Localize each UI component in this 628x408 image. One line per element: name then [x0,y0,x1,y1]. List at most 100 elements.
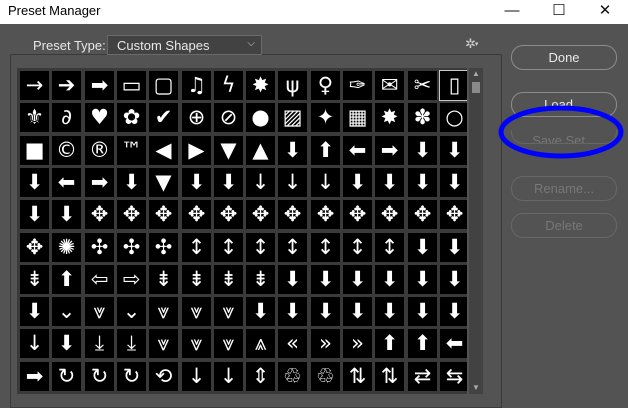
shape-cell[interactable]: ⬇ [20,297,49,326]
shape-cell[interactable]: ▢ [149,71,178,100]
shape-cell[interactable]: ↕ [343,233,372,262]
preset-type-select[interactable]: Custom Shapes ⌵ [107,35,262,55]
shape-cell[interactable]: ⤓ [85,329,114,358]
shape-cell[interactable]: ✥ [311,200,340,229]
shape-cell[interactable]: ⬇ [182,168,211,197]
shape-cell[interactable]: ✑ [343,71,372,100]
shape-cell[interactable]: ϟ [214,71,243,100]
shape-cell[interactable]: ⩓ [246,329,275,358]
shape-cell[interactable]: ⇟ [214,265,243,294]
shape-cell[interactable]: ↻ [85,362,114,391]
shape-cell[interactable]: ↕ [278,233,307,262]
shape-cell[interactable]: ⬆ [375,329,404,358]
shape-cell[interactable]: ⇟ [246,265,275,294]
shape-cell[interactable]: ✥ [214,200,243,229]
shape-cell[interactable]: ⟲ [149,362,178,391]
shape-cell[interactable]: ⬇ [375,168,404,197]
shape-cell[interactable]: ⬇ [343,168,372,197]
shape-cell[interactable]: ▯ [439,70,467,101]
shape-cell[interactable]: ⬇ [408,168,437,197]
shape-cell[interactable]: ⬇ [214,168,243,197]
shape-cell[interactable]: ♀ [311,71,340,100]
shape-cell[interactable]: ✿ [117,103,146,132]
shape-cell[interactable]: → [20,71,49,100]
delete-button[interactable]: Delete [511,213,617,238]
shape-cell[interactable]: ✥ [246,200,275,229]
shape-cell[interactable]: ⩔ [85,297,114,326]
rename-button[interactable]: Rename... [511,176,617,201]
shape-cell[interactable]: ✥ [149,200,178,229]
shape-cell[interactable]: ⬇ [20,200,49,229]
shape-cell[interactable]: ⬇ [311,265,340,294]
shape-cell[interactable]: ⩔ [214,329,243,358]
shape-cell[interactable]: ♲ [278,362,307,391]
shape-cell[interactable]: ⬇ [408,265,437,294]
shape-cell[interactable]: ↕ [246,233,275,262]
shape-cell[interactable]: ➔ [52,71,81,100]
shape-cell[interactable]: ψ [278,71,307,100]
shape-cell[interactable]: ™ [117,136,146,165]
shape-cell[interactable]: ➡ [20,362,49,391]
shape-cell[interactable]: ⩔ [149,329,178,358]
scrollbar-thumb[interactable] [472,82,480,93]
shape-cell[interactable]: ✣ [149,233,178,262]
shape-cell[interactable]: ▲ [246,136,275,165]
shape-cell[interactable]: ⬆ [408,329,437,358]
shape-cell[interactable]: ↓ [278,168,307,197]
minimize-button[interactable]: — [489,0,535,24]
shape-cell[interactable]: ⇅ [375,362,404,391]
shape-cell[interactable]: ⬇ [440,233,467,262]
shape-cell[interactable]: ⬇ [375,265,404,294]
shape-cell[interactable]: ⬇ [117,168,146,197]
shape-cell[interactable]: ⬇ [408,297,437,326]
done-button[interactable]: Done [511,45,617,70]
shape-cell[interactable]: ® [85,136,114,165]
shape-cell[interactable]: « [278,329,307,358]
shape-cell[interactable]: ⇄ [408,362,437,391]
shape-cell[interactable]: © [52,136,81,165]
shape-cell[interactable]: ✥ [20,233,49,262]
shape-cell[interactable]: ⇕ [246,362,275,391]
shape-cell[interactable]: ✽ [408,103,437,132]
shape-cell[interactable]: ⬇ [440,136,467,165]
shape-cell[interactable]: ⇟ [20,265,49,294]
shape-cell[interactable]: ⬇ [375,297,404,326]
shape-cell[interactable]: ✥ [375,200,404,229]
shape-cell[interactable]: ⊕ [182,103,211,132]
shape-cell[interactable]: ➡ [85,168,114,197]
shape-cell[interactable]: ↻ [52,362,81,391]
shape-cell[interactable]: ✥ [343,200,372,229]
shape-cell[interactable]: ■ [20,136,49,165]
shape-cell[interactable]: ○ [440,103,467,132]
shape-cell[interactable]: ⩔ [182,297,211,326]
shape-cell[interactable]: ✥ [117,200,146,229]
shape-cell[interactable]: ⇨ [117,265,146,294]
shape-cell[interactable]: ▼ [214,136,243,165]
shape-cell[interactable]: ✸ [375,103,404,132]
scroll-up-icon[interactable]: ▲ [469,68,483,80]
shape-cell[interactable]: ✺ [52,233,81,262]
shape-cell[interactable]: ▶ [182,136,211,165]
shape-cell[interactable]: ↕ [311,233,340,262]
shape-cell[interactable]: ⬇ [408,233,437,262]
save-set-button[interactable]: Save Set... [511,130,617,144]
shape-cell[interactable]: ▼ [149,168,178,197]
shape-cell[interactable]: ⩔ [182,329,211,358]
gear-icon[interactable]: ✲▾ [465,36,479,52]
shape-cell[interactable]: ⬇ [278,297,307,326]
shape-cell[interactable]: ✥ [440,200,467,229]
shape-cell[interactable]: ⇅ [343,362,372,391]
shape-cell[interactable]: ♲ [311,362,340,391]
shape-cell[interactable]: ⚜ [20,103,49,132]
shape-cell[interactable]: ✥ [182,200,211,229]
shape-cell[interactable]: ⤓ [117,329,146,358]
shape-cell[interactable]: ✦ [311,103,340,132]
shape-cell[interactable]: ⬆ [52,265,81,294]
shape-cell[interactable]: » [311,329,340,358]
shape-grid-scrollbar[interactable]: ▲ ▼ [469,68,483,394]
shape-cell[interactable]: ⬇ [343,297,372,326]
shape-cell[interactable]: ⇟ [149,265,178,294]
shape-cell[interactable]: ↓ [182,362,211,391]
shape-cell[interactable]: ⬇ [408,136,437,165]
shape-cell[interactable]: ⬅ [52,168,81,197]
